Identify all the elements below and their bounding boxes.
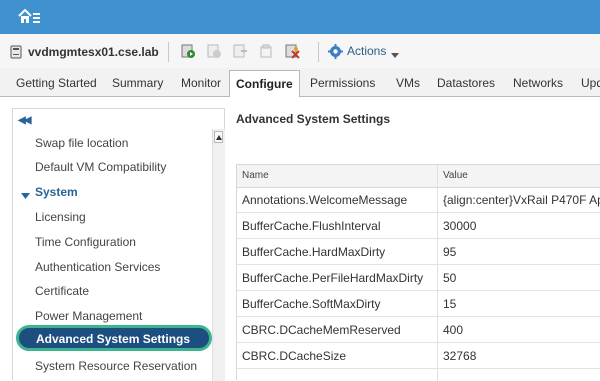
power-off-icon[interactable] <box>206 43 222 59</box>
nav-time-configuration[interactable]: Time Configuration <box>35 235 136 249</box>
setting-name: BufferCache.HardMaxDirty <box>242 245 386 259</box>
scroll-up-arrow-icon[interactable] <box>214 131 223 143</box>
chevron-down-icon <box>391 48 400 58</box>
setting-name: Annotations.WelcomeMessage <box>242 193 408 207</box>
nav-certificate[interactable]: Certificate <box>35 284 89 298</box>
sidebar-scrollbar[interactable] <box>212 129 225 381</box>
top-banner <box>0 0 600 34</box>
setting-value: 32768 <box>443 349 477 363</box>
nav-system-resource-reservation[interactable]: System Resource Reservation <box>35 359 197 373</box>
setting-name: BufferCache.PerFileHardMaxDirty <box>242 271 424 285</box>
tab-bar: Getting Started Summary Monitor Configur… <box>0 68 600 97</box>
setting-value: 30000 <box>443 219 477 233</box>
nav-swap-file-location[interactable]: Swap file location <box>35 136 128 150</box>
setting-value: 95 <box>443 245 457 259</box>
tab-getting-started[interactable]: Getting Started <box>16 68 97 96</box>
setting-value: 15 <box>443 297 457 311</box>
tab-vms[interactable]: VMs <box>396 68 420 96</box>
home-menu-icon[interactable] <box>18 8 40 25</box>
host-name: vvdmgmtesx01.cse.lab <box>28 45 159 59</box>
actions-label: Actions <box>347 44 387 58</box>
tab-monitor[interactable]: Monitor <box>181 68 221 96</box>
object-toolbar: vvdmgmtesx01.cse.lab Actions <box>0 34 600 69</box>
settings-icon[interactable] <box>284 43 300 59</box>
table-row[interactable]: CBRC.DCacheSize 32768 <box>237 343 600 369</box>
nav-group-system[interactable]: System <box>21 185 78 199</box>
nav-licensing[interactable]: Licensing <box>35 210 86 224</box>
table-row[interactable]: BufferCache.HardMaxDirty 95 <box>237 239 600 265</box>
table-row[interactable]: Annotations.WelcomeMessage {align:center… <box>237 187 600 213</box>
setting-name: BufferCache.FlushInterval <box>242 219 381 233</box>
content-pane: Advanced System Settings Name Value Anno… <box>236 108 600 381</box>
exit-maintenance-icon[interactable] <box>258 43 274 59</box>
nav-group-label: System <box>35 185 78 199</box>
settings-navigation: ◀◀ Swap file location Default VM Compati… <box>12 108 225 381</box>
tab-networks[interactable]: Networks <box>513 68 563 96</box>
tab-summary[interactable]: Summary <box>112 68 163 96</box>
double-chevron-left-icon[interactable]: ◀◀ <box>18 115 31 126</box>
nav-selected-label: Advanced System Settings <box>36 332 191 346</box>
page-title: Advanced System Settings <box>236 112 391 126</box>
host-icon <box>10 45 22 59</box>
table-row[interactable]: CBRC.DCacheMemReserved 400 <box>237 317 600 343</box>
column-header-name[interactable]: Name <box>242 170 269 181</box>
actions-menu[interactable]: Actions <box>328 43 400 59</box>
power-on-icon[interactable] <box>180 43 196 59</box>
table-row[interactable]: BufferCache.FlushInterval 30000 <box>237 213 600 239</box>
tab-update-manager[interactable]: Upd <box>581 68 600 96</box>
tab-permissions[interactable]: Permissions <box>310 68 375 96</box>
setting-value: 50 <box>443 271 457 285</box>
nav-power-management[interactable]: Power Management <box>35 309 142 323</box>
setting-name: BufferCache.SoftMaxDirty <box>242 297 381 311</box>
setting-name: CBRC.DCacheSize <box>242 349 347 363</box>
setting-value: 400 <box>443 323 464 337</box>
setting-value: {align:center}VxRail P470F Ap <box>443 193 600 207</box>
nav-default-vm-compatibility[interactable]: Default VM Compatibility <box>35 160 166 174</box>
settings-table: Name Value Annotations.WelcomeMessage {a… <box>236 164 600 381</box>
tab-configure[interactable]: Configure <box>229 70 300 97</box>
toolbar-separator <box>318 42 319 62</box>
nav-authentication-services[interactable]: Authentication Services <box>35 260 160 274</box>
tab-datastores[interactable]: Datastores <box>437 68 495 96</box>
nav-advanced-system-settings[interactable]: Advanced System Settings <box>16 325 212 351</box>
table-row[interactable]: BufferCache.PerFileHardMaxDirty 50 <box>237 265 600 291</box>
enter-maintenance-icon[interactable] <box>232 43 248 59</box>
host-title: vvdmgmtesx01.cse.lab <box>10 44 159 60</box>
gear-icon <box>328 43 343 59</box>
caret-down-icon <box>21 189 30 199</box>
table-row[interactable]: BufferCache.SoftMaxDirty 15 <box>237 291 600 317</box>
toolbar-separator <box>168 42 169 62</box>
column-header-value[interactable]: Value <box>443 170 468 181</box>
setting-name: CBRC.DCacheMemReserved <box>242 323 401 337</box>
table-header: Name Value <box>237 165 600 188</box>
